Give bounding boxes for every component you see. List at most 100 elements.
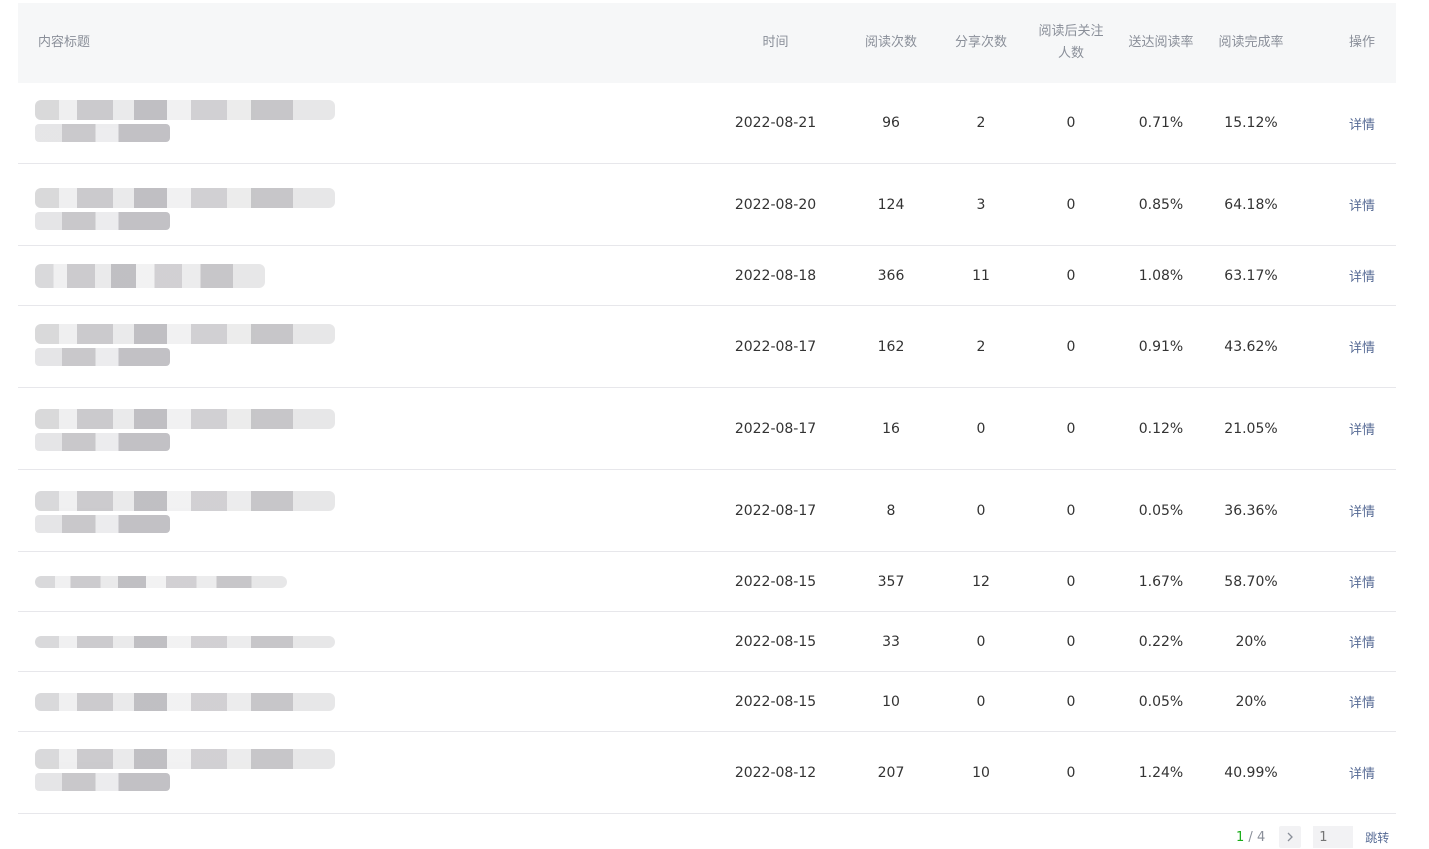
row-send-rate: 0.85% [1138, 196, 1184, 213]
next-page-button[interactable] [1279, 826, 1302, 848]
row-action-cell: 详情 [1318, 164, 1406, 245]
row-shares: 0 [976, 693, 986, 710]
header-reads: 阅读次数 [864, 35, 917, 50]
detail-link[interactable]: 详情 [1349, 763, 1375, 782]
row-reads: 162 [877, 338, 905, 355]
row-follow: 0 [1066, 267, 1076, 284]
row-title-redacted[interactable] [18, 672, 718, 731]
row-follow: 0 [1066, 338, 1076, 355]
row-time: 2022-08-17 [734, 502, 817, 519]
redacted-title-block [35, 748, 335, 791]
row-send-rate: 0.71% [1138, 115, 1184, 131]
header-action: 操作 [1348, 35, 1375, 50]
row-time: 2022-08-18 [734, 267, 817, 284]
detail-link[interactable]: 详情 [1349, 266, 1375, 285]
header-time: 时间 [762, 35, 789, 50]
row-reads: 10 [882, 693, 900, 710]
table-row: 2022-08-18 366 11 0 1.08% 63.17% 详情 [18, 246, 1396, 306]
row-time: 2022-08-20 [734, 196, 817, 213]
row-send-rate: 0.22% [1138, 633, 1184, 650]
row-send-rate: 1.67% [1138, 573, 1184, 590]
row-completion: 15.12% [1224, 115, 1278, 131]
redacted-title-block [35, 635, 335, 648]
row-title-redacted[interactable] [18, 83, 718, 163]
header-shares: 分享次数 [954, 35, 1007, 50]
row-action-cell: 详情 [1318, 246, 1406, 305]
row-shares: 0 [976, 633, 986, 650]
row-title-redacted[interactable] [18, 552, 718, 611]
row-completion: 40.99% [1224, 764, 1278, 781]
row-title-redacted[interactable] [18, 306, 718, 387]
detail-link[interactable]: 详情 [1349, 195, 1375, 214]
detail-link[interactable]: 详情 [1349, 632, 1375, 651]
row-shares: 10 [972, 764, 990, 781]
redacted-title-block [35, 187, 335, 230]
table-body: 2022-08-21 96 2 0 0.71% 15.12% 详情 2022-08-20 124… [18, 83, 1396, 814]
row-reads: 96 [882, 115, 900, 131]
row-completion: 36.36% [1224, 502, 1278, 519]
header-send-rate: 送达阅读率 [1128, 35, 1194, 50]
row-completion: 20% [1235, 633, 1267, 650]
header-completion: 阅读完成率 [1218, 35, 1284, 50]
detail-link[interactable]: 详情 [1349, 337, 1375, 356]
row-follow: 0 [1066, 420, 1076, 437]
row-reads: 8 [886, 502, 896, 519]
redacted-title-block [35, 490, 335, 533]
row-time: 2022-08-15 [734, 573, 817, 590]
redacted-title-block [35, 408, 335, 451]
row-completion: 58.70% [1224, 573, 1278, 590]
detail-link[interactable]: 详情 [1349, 419, 1375, 438]
row-completion: 64.18% [1224, 196, 1278, 213]
table-row: 2022-08-21 96 2 0 0.71% 15.12% 详情 [18, 83, 1396, 164]
row-title-redacted[interactable] [18, 246, 718, 305]
current-page: 1 [1236, 829, 1245, 845]
row-time: 2022-08-12 [734, 764, 817, 781]
row-title-redacted[interactable] [18, 612, 718, 671]
row-title-redacted[interactable] [18, 732, 718, 813]
detail-link[interactable]: 详情 [1349, 114, 1375, 133]
redacted-title-block [35, 263, 265, 288]
row-follow: 0 [1066, 115, 1076, 131]
redacted-title-block [35, 100, 335, 142]
redacted-title-block [35, 575, 287, 588]
row-reads: 124 [877, 196, 905, 213]
detail-link[interactable]: 详情 [1349, 572, 1375, 591]
row-send-rate: 1.24% [1138, 764, 1184, 781]
row-shares: 0 [976, 502, 986, 519]
row-send-rate: 0.05% [1138, 693, 1184, 710]
row-action-cell: 详情 [1318, 83, 1406, 163]
jump-button[interactable]: 跳转 [1365, 829, 1389, 846]
row-shares: 11 [972, 267, 990, 284]
page-jump-input[interactable] [1313, 826, 1354, 848]
chevron-right-icon [1287, 832, 1294, 842]
row-follow: 0 [1066, 573, 1076, 590]
row-follow: 0 [1066, 196, 1076, 213]
row-time: 2022-08-15 [734, 633, 817, 650]
table-row: 2022-08-15 33 0 0 0.22% 20% 详情 [18, 612, 1396, 672]
row-action-cell: 详情 [1318, 732, 1406, 813]
detail-link[interactable]: 详情 [1349, 501, 1375, 520]
row-completion: 20% [1235, 693, 1267, 710]
row-action-cell: 详情 [1318, 388, 1406, 469]
row-time: 2022-08-15 [734, 693, 817, 710]
header-title: 内容标题 [38, 35, 91, 50]
row-title-redacted[interactable] [18, 470, 718, 551]
table-row: 2022-08-17 16 0 0 0.12% 21.05% 详情 [18, 388, 1396, 470]
table-row: 2022-08-15 357 12 0 1.67% 58.70% 详情 [18, 552, 1396, 612]
row-action-cell: 详情 [1318, 470, 1406, 551]
row-reads: 207 [877, 764, 905, 781]
table-header: 内容标题 时间 阅读次数 分享次数 阅读后关注人数 送达阅读率 阅读完成率 操作 [18, 3, 1396, 83]
table-row: 2022-08-12 207 10 0 1.24% 40.99% 详情 [18, 732, 1396, 814]
row-completion: 63.17% [1224, 267, 1278, 284]
row-reads: 16 [882, 420, 900, 437]
detail-link[interactable]: 详情 [1349, 692, 1375, 711]
row-shares: 12 [972, 573, 990, 590]
row-follow: 0 [1066, 502, 1076, 519]
row-action-cell: 详情 [1318, 672, 1406, 731]
row-title-redacted[interactable] [18, 164, 718, 245]
row-send-rate: 0.05% [1138, 502, 1184, 519]
page-separator: / [1244, 829, 1257, 845]
row-send-rate: 0.12% [1138, 420, 1184, 437]
row-title-redacted[interactable] [18, 388, 718, 469]
row-time: 2022-08-21 [734, 115, 817, 131]
